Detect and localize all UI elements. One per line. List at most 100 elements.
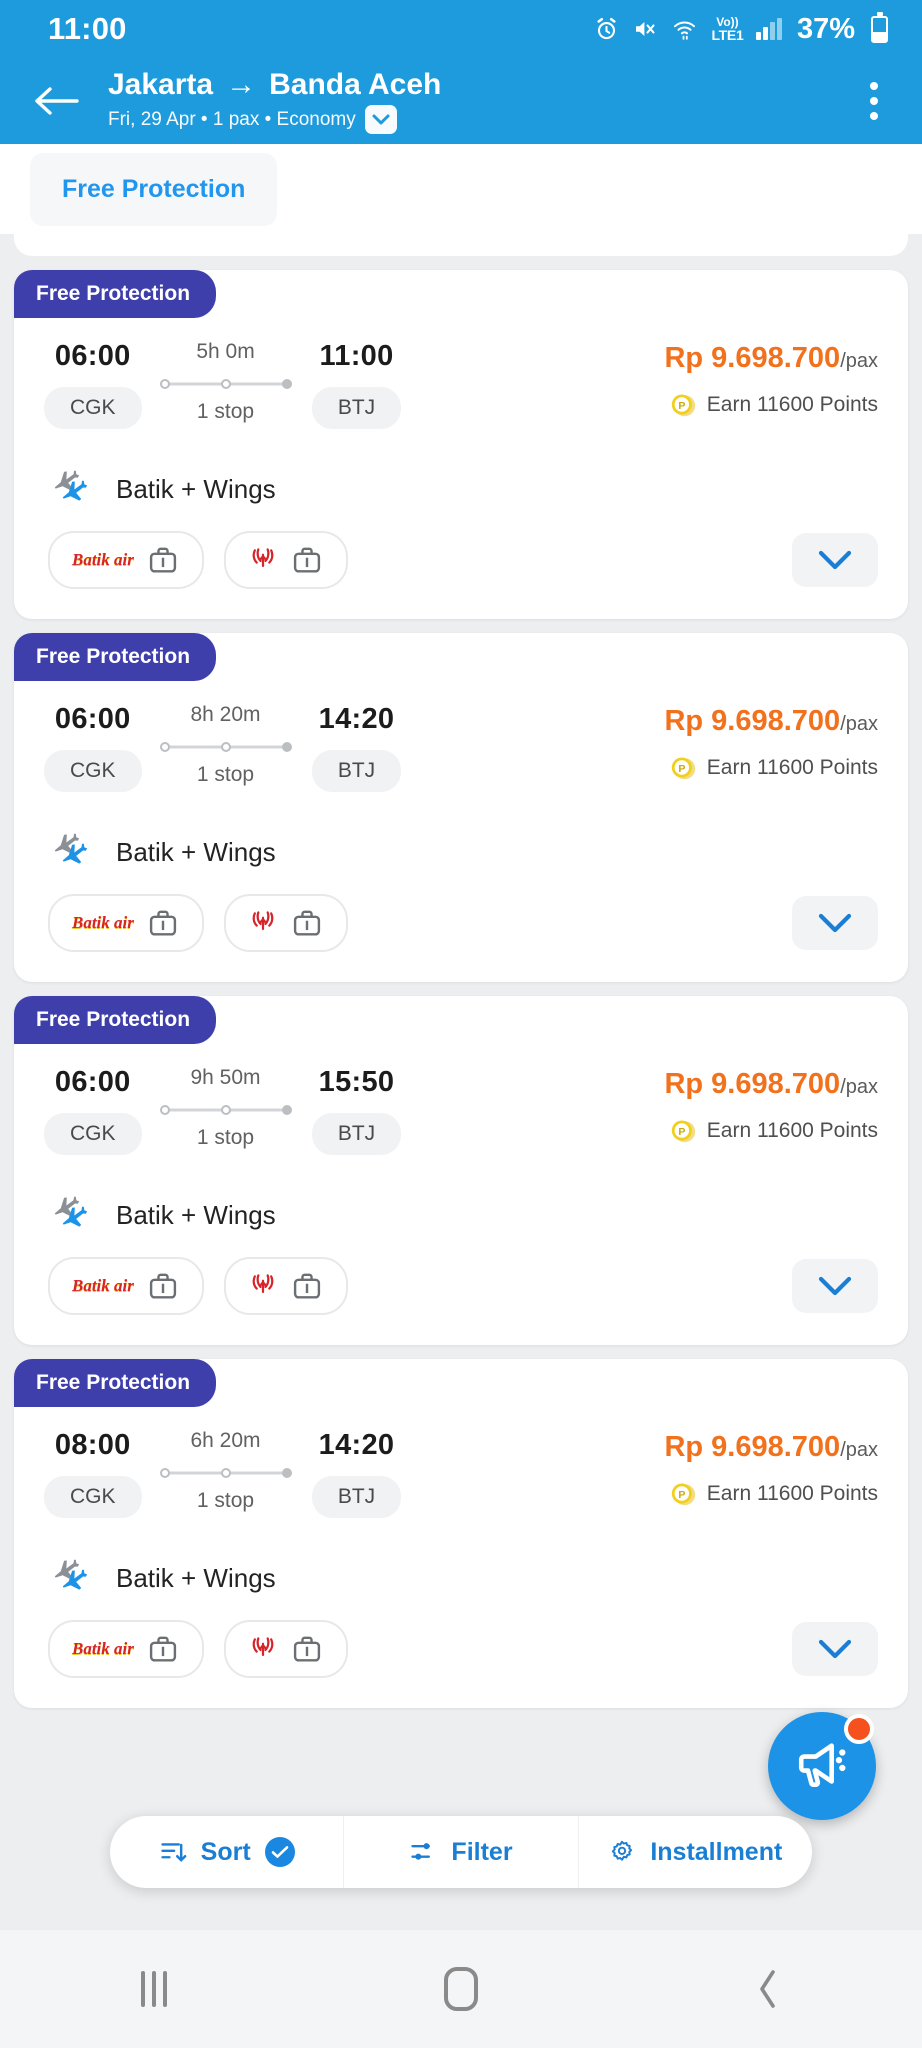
header-route-block: Jakarta → Banda Aceh Fri, 29 Apr • 1 pax… (108, 68, 860, 135)
route-dot-origin (159, 379, 170, 389)
route-dot-destination (281, 742, 292, 752)
flight-card[interactable]: Free Protection 06:00 CGK 5h 0m 1 stop 11:00 B… (14, 270, 908, 619)
points-row: P Earn 11600 Points (664, 1480, 878, 1508)
chevron-down-icon (818, 550, 852, 570)
header-overflow-menu-button[interactable] (860, 72, 888, 130)
baggage-pill-wings[interactable] (223, 531, 348, 589)
flight-results-list[interactable]: Free Protection 06:00 CGK 5h 0m 1 stop 11:00 B… (0, 234, 922, 1930)
baggage-pill-batik[interactable]: Batik air (48, 1257, 204, 1315)
departure-block: 08:00 CGK (44, 1429, 142, 1518)
free-protection-badge: Free Protection (14, 633, 217, 681)
route-line-graphic (159, 1464, 292, 1482)
header-expand-button[interactable] (364, 105, 397, 135)
chevron-down-icon (818, 913, 852, 933)
stop-count: 1 stop (196, 1489, 255, 1512)
baggage-pill-batik[interactable]: Batik air (48, 894, 204, 952)
price-unit: /pax (840, 350, 878, 372)
installment-button[interactable]: Installment (577, 1816, 812, 1888)
duration-block: 6h 20m 1 stop (142, 1429, 310, 1513)
expand-flight-details-button[interactable] (792, 1622, 878, 1676)
header-subtitle-row[interactable]: Fri, 29 Apr • 1 pax • Economy (108, 105, 860, 135)
airline-row: Batik + Wings (14, 1155, 908, 1235)
baggage-icon (149, 547, 176, 573)
installment-label: Installment (650, 1837, 783, 1866)
departure-time: 06:00 (54, 1066, 131, 1098)
airline-name: Batik + Wings (116, 1562, 276, 1593)
baggage-pill-wings[interactable] (223, 1257, 348, 1315)
price-block: Rp 9.698.700/pax P Earn 11600 Points (664, 703, 878, 782)
airline-logo (48, 469, 100, 509)
points-label: Earn 11600 Points (706, 756, 878, 779)
expand-flight-details-button[interactable] (792, 533, 878, 587)
baggage-row: Batik air (14, 872, 908, 952)
arrival-airport: BTJ (311, 750, 402, 792)
check-icon (271, 1846, 288, 1858)
route-dot-origin (159, 1105, 170, 1115)
baggage-icon (293, 1273, 320, 1299)
wifi-icon (674, 21, 696, 40)
header-back-button[interactable] (30, 75, 82, 127)
baggage-icon (293, 547, 320, 573)
baggage-icon (149, 910, 176, 936)
baggage-pill-wings[interactable] (223, 1620, 348, 1678)
flight-summary-row: 06:00 CGK 5h 0m 1 stop 11:00 BTJ Rp 9.698.700/… (14, 318, 908, 429)
gear-icon (612, 1840, 633, 1861)
flight-price: Rp 9.698.700/pax (664, 1431, 878, 1464)
route-line-graphic (159, 1101, 292, 1119)
nav-recents-button[interactable] (94, 1930, 214, 2048)
flight-card[interactable]: Free Protection 06:00 CGK 9h 50m 1 stop 15:50… (14, 996, 908, 1345)
wings-air-logo-icon (252, 1637, 274, 1657)
route-dot-stop (220, 742, 231, 752)
flight-summary-row: 06:00 CGK 8h 20m 1 stop 14:20 BTJ Rp 9.698.700… (14, 681, 908, 792)
price-amount: Rp 9.698.700 (664, 705, 841, 737)
filter-label: Filter (451, 1837, 513, 1866)
promo-announcement-fab[interactable] (768, 1712, 876, 1820)
flight-duration: 9h 50m (190, 1066, 261, 1089)
kebab-dot (870, 82, 878, 90)
flight-duration: 5h 0m (196, 340, 255, 363)
svg-text:P: P (678, 400, 685, 412)
route-line-graphic (159, 738, 292, 756)
points-coin-icon: P (671, 757, 695, 780)
route-dot-stop (220, 1105, 231, 1115)
flight-price: Rp 9.698.700/pax (664, 342, 878, 375)
duration-block: 5h 0m 1 stop (142, 340, 310, 424)
expand-flight-details-button[interactable] (792, 1259, 878, 1313)
free-protection-badge: Free Protection (14, 270, 217, 318)
expand-flight-details-button[interactable] (792, 896, 878, 950)
stop-count: 1 stop (196, 763, 255, 786)
price-amount: Rp 9.698.700 (664, 1068, 841, 1100)
baggage-icon (149, 1273, 176, 1299)
batik-air-logo: Batik air (72, 913, 134, 932)
flight-card[interactable]: Free Protection 08:00 CGK 6h 20m 1 stop 14:20… (14, 1359, 908, 1708)
mobile-screen: 11:00 Vo)) LTE1 37% Jakarta → Banda Aceh… (0, 0, 922, 2048)
nav-back-button[interactable] (708, 1930, 828, 2048)
filter-button[interactable]: Filter (343, 1816, 577, 1888)
arrival-airport: BTJ (311, 387, 402, 429)
sort-button[interactable]: Sort (110, 1816, 343, 1888)
nav-home-button[interactable] (401, 1930, 521, 2048)
departure-block: 06:00 CGK (44, 1066, 142, 1155)
wings-air-logo (248, 907, 278, 939)
home-icon (443, 1967, 478, 2011)
svg-text:P: P (678, 1489, 685, 1501)
route-dot-stop (220, 1468, 231, 1478)
arrival-time: 14:20 (318, 703, 395, 735)
stop-count: 1 stop (196, 1126, 255, 1149)
departure-block: 06:00 CGK (44, 340, 142, 429)
filter-chip-strip: Free Protection (0, 144, 922, 234)
app-header: Jakarta → Banda Aceh Fri, 29 Apr • 1 pax… (0, 58, 922, 144)
free-protection-badge: Free Protection (14, 1359, 217, 1407)
chip-free-protection[interactable]: Free Protection (30, 152, 278, 226)
flight-summary-row: 06:00 CGK 9h 50m 1 stop 15:50 BTJ Rp 9.698.700… (14, 1044, 908, 1155)
sort-label: Sort (200, 1837, 251, 1866)
baggage-pill-wings[interactable] (223, 894, 348, 952)
baggage-pill-batik[interactable]: Batik air (48, 531, 204, 589)
baggage-pill-batik[interactable]: Batik air (48, 1620, 204, 1678)
batik-air-logo: Batik air (72, 1639, 134, 1658)
flight-card[interactable]: Free Protection 06:00 CGK 8h 20m 1 stop 14:20… (14, 633, 908, 982)
previous-card-peek (14, 234, 908, 256)
price-block: Rp 9.698.700/pax P Earn 11600 Points (664, 340, 878, 419)
header-subtitle: Fri, 29 Apr • 1 pax • Economy (108, 108, 356, 130)
chevron-down-icon (818, 1639, 852, 1659)
